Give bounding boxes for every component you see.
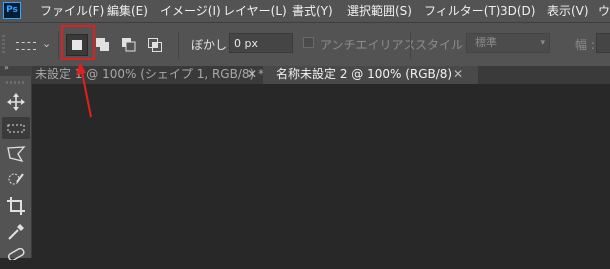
healing-brush-icon (7, 248, 25, 260)
healing-brush-tool[interactable] (2, 247, 30, 269)
menu-bar: Ps ファイル(F) 編集(E) イメージ(I) レイヤー(L) 書式(Y) 選… (0, 0, 610, 22)
annotation-highlight-box (61, 25, 95, 60)
divider (178, 31, 179, 59)
photoshop-logo-icon[interactable]: Ps (3, 2, 21, 19)
menu-select[interactable]: 選択範囲(S) (347, 0, 412, 22)
antialias-checkbox[interactable] (303, 37, 314, 48)
divider (58, 31, 59, 59)
quick-selection-icon (8, 173, 24, 185)
menu-edit[interactable]: 編集(E) (107, 0, 148, 22)
subtract-from-selection-icon (122, 38, 136, 52)
quick-selection-tool[interactable] (2, 169, 30, 191)
style-select-value: 標準 (475, 36, 497, 49)
menu-image[interactable]: イメージ(I) (160, 0, 221, 22)
tools-panel: » (0, 63, 32, 260)
document-tab-bar: 未設定 1 @ 100% (シェイプ 1, RGB/8) * ✕ 名称未設定 2… (0, 66, 610, 84)
menu-window[interactable]: ウ (598, 0, 610, 22)
move-icon (7, 93, 25, 111)
polygonal-lasso-tool[interactable] (2, 143, 30, 165)
marquee-preset-icon (16, 42, 36, 50)
width-input[interactable] (596, 33, 610, 53)
feather-input[interactable] (229, 33, 293, 53)
document-canvas[interactable] (32, 84, 610, 258)
crop-icon (7, 197, 25, 215)
menu-filter[interactable]: フィルター(T) (424, 0, 500, 22)
crop-tool[interactable] (2, 195, 30, 217)
eyedropper-tool[interactable] (2, 221, 30, 243)
add-to-selection-button[interactable] (92, 34, 114, 56)
chevron-down-icon: ▾ (540, 38, 545, 48)
menu-view[interactable]: 表示(V) (547, 0, 589, 22)
intersect-selection-button[interactable] (144, 34, 166, 56)
divider (410, 31, 411, 59)
tab-document-2[interactable]: 名称未設定 2 @ 100% (RGB/8) ✕ (263, 66, 478, 84)
options-bar-grip[interactable] (2, 35, 5, 55)
style-select[interactable]: 標準 ▾ (466, 33, 550, 53)
tools-panel-header[interactable]: » (0, 63, 32, 76)
move-tool[interactable] (2, 91, 30, 113)
antialias-label: アンチエイリアス (320, 38, 416, 52)
close-icon[interactable]: ✕ (453, 66, 463, 83)
rectangular-marquee-icon (7, 124, 25, 133)
collapse-icon[interactable]: » (4, 63, 9, 72)
style-label: スタイル : (415, 38, 471, 52)
tab-label: 名称未設定 2 @ 100% (RGB/8) (276, 67, 453, 81)
menu-layer[interactable]: レイヤー(L) (223, 0, 287, 22)
menu-type[interactable]: 書式(Y) (292, 0, 333, 22)
tab-label: 未設定 1 @ 100% (シェイプ 1, RGB/8) * (35, 67, 265, 81)
eyedropper-icon (8, 224, 24, 240)
tools-panel-grip[interactable] (6, 81, 26, 84)
tool-preset-picker[interactable]: ⌄ (14, 36, 54, 54)
add-to-selection-icon (96, 38, 109, 51)
tab-document-1[interactable]: 未設定 1 @ 100% (シェイプ 1, RGB/8) * ✕ (34, 66, 265, 84)
menu-file[interactable]: ファイル(F) (40, 0, 104, 22)
menu-3d[interactable]: 3D(D) (500, 0, 535, 22)
polygonal-lasso-icon (7, 146, 26, 163)
intersect-selection-icon (148, 38, 162, 52)
width-label: 幅 : (575, 38, 595, 52)
subtract-from-selection-button[interactable] (118, 34, 140, 56)
close-icon[interactable]: ✕ (247, 66, 257, 83)
rectangular-marquee-tool[interactable] (2, 117, 30, 139)
chevron-down-icon: ⌄ (42, 37, 52, 50)
